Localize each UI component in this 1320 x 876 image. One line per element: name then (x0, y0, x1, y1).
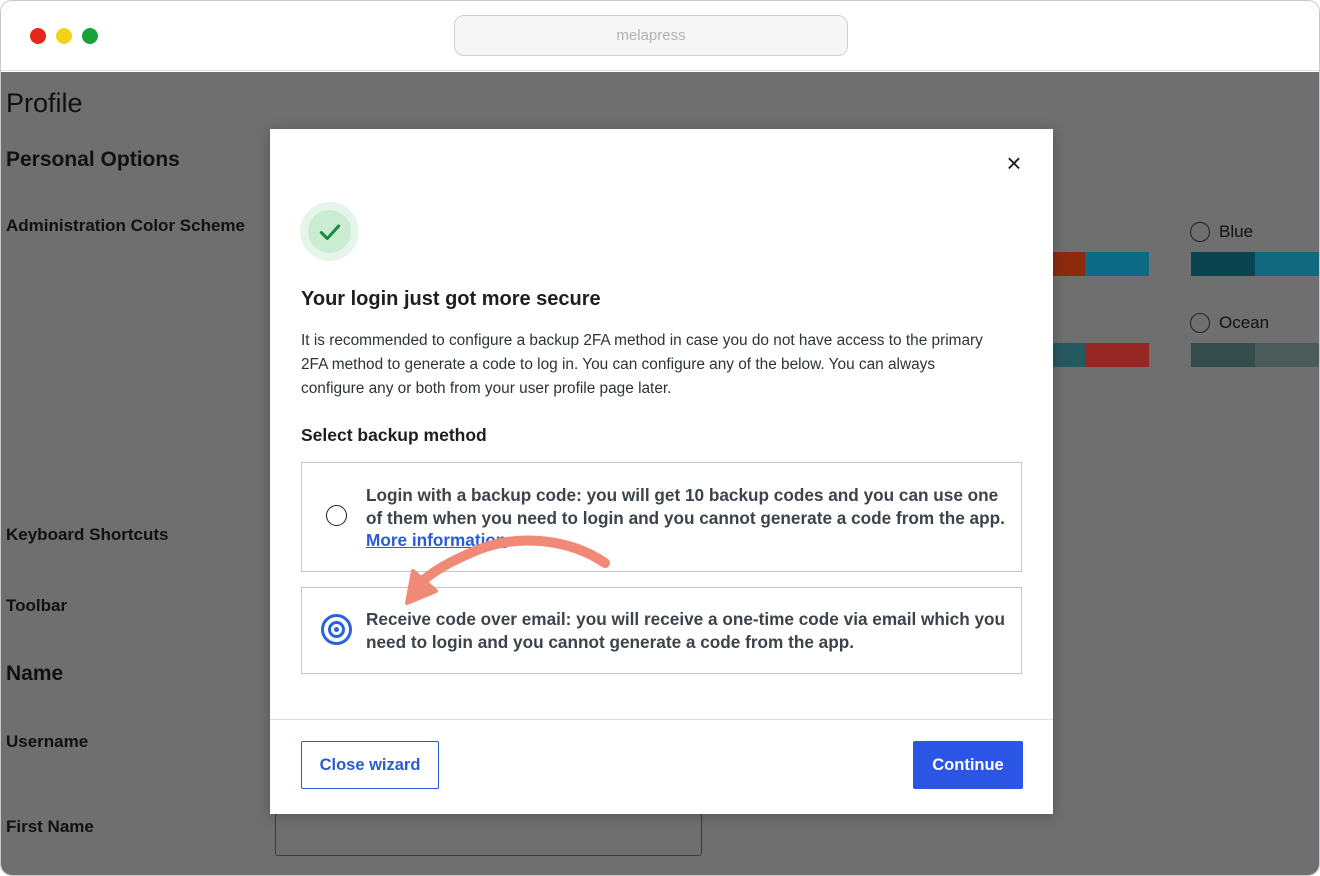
radio-icon (1190, 313, 1210, 333)
first-name-label: First Name (6, 817, 94, 836)
browser-window: melapress Profile Personal Options Admin… (0, 0, 1320, 876)
close-icon[interactable]: × (1002, 150, 1026, 176)
swatch (1085, 252, 1149, 276)
swatch (1053, 343, 1085, 367)
scheme-swatch-partial-1 (1053, 252, 1149, 276)
swatch (1255, 252, 1319, 276)
option-label: Login with a backup code: you will get 1… (366, 484, 1006, 552)
more-information-link[interactable]: More information (366, 530, 506, 550)
scheme-label: Ocean (1219, 313, 1270, 332)
close-wizard-button[interactable]: Close wizard (301, 741, 439, 789)
swatch (1085, 343, 1149, 367)
select-method-label: Select backup method (301, 425, 487, 445)
radio-button-selected[interactable] (321, 614, 352, 645)
scheme-option-ocean[interactable]: Ocean (1190, 313, 1269, 333)
radio-button[interactable] (326, 505, 347, 526)
swatch (1191, 252, 1255, 276)
swatch (1053, 252, 1085, 276)
continue-button[interactable]: Continue (913, 741, 1023, 789)
page-title: Profile (6, 88, 83, 118)
scheme-label: Blue (1219, 222, 1254, 241)
scheme-swatch-ocean (1191, 343, 1319, 367)
username-label: Username (6, 732, 89, 751)
radio-icon (1190, 222, 1210, 242)
success-badge (300, 202, 359, 261)
option-email-code[interactable]: Receive code over email: you will receiv… (301, 587, 1022, 674)
first-name-input[interactable] (275, 813, 702, 856)
maximize-window-button[interactable] (82, 28, 98, 44)
scheme-option-blue[interactable]: Blue (1190, 222, 1253, 242)
checkmark-icon (319, 224, 340, 240)
personal-options-heading: Personal Options (6, 148, 180, 171)
modal-footer: Close wizard Continue (270, 719, 1053, 814)
option-backup-code[interactable]: Login with a backup code: you will get 1… (301, 462, 1022, 572)
option-text: Login with a backup code: you will get 1… (366, 485, 1005, 528)
color-scheme-label: Administration Color Scheme (6, 216, 245, 235)
toolbar-label: Toolbar (6, 596, 68, 615)
address-bar-text: melapress (616, 27, 686, 44)
modal-title: Your login just got more secure (301, 288, 601, 310)
swatch (1255, 343, 1319, 367)
name-heading: Name (6, 662, 64, 685)
close-window-button[interactable] (30, 28, 46, 44)
swatch (1191, 343, 1255, 367)
title-bar: melapress (1, 1, 1319, 71)
modal-description: It is recommended to configure a backup … (301, 332, 983, 397)
scheme-swatch-blue (1191, 252, 1319, 276)
address-bar[interactable]: melapress (454, 15, 848, 56)
option-label: Receive code over email: you will receiv… (366, 609, 1006, 652)
scheme-swatch-partial-2 (1053, 343, 1149, 367)
minimize-window-button[interactable] (56, 28, 72, 44)
keyboard-shortcuts-label: Keyboard Shortcuts (6, 525, 169, 544)
backup-method-modal: × Your login just got more secure It is … (270, 129, 1053, 814)
